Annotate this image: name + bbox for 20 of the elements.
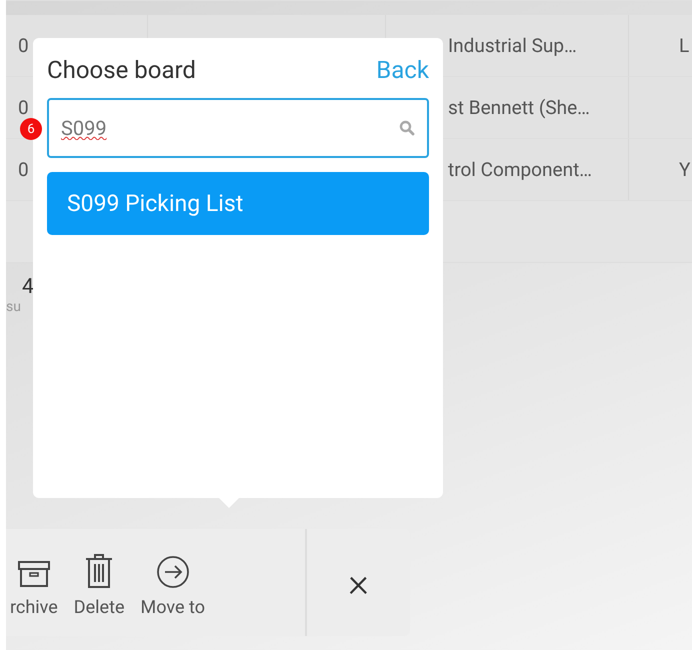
search-icon (399, 120, 415, 136)
toolbar-button[interactable]: rchive (6, 529, 66, 636)
dialog-title: Choose board (47, 56, 196, 84)
table-cell: 0 (18, 158, 29, 181)
search-field[interactable]: S099 (47, 98, 429, 158)
trash-icon (84, 553, 114, 589)
summary-value: 4 (21, 275, 35, 299)
table-cell: st Bennett (She… (448, 96, 590, 119)
table-cell: 0 (18, 34, 29, 57)
table-cell: Industrial Sup… (448, 34, 577, 57)
toolbar-button[interactable]: Delete (66, 529, 133, 636)
arrow-circle-icon (156, 555, 190, 589)
box-icon (16, 559, 51, 589)
toolbar-button[interactable]: Move to (132, 529, 213, 636)
table-cell: Y (679, 158, 690, 181)
table-cell: 0 (18, 96, 29, 119)
table-cell: trol Component… (448, 158, 592, 181)
close-button[interactable]: × (307, 529, 410, 636)
table-cell: L (679, 34, 690, 57)
summary-label: su (6, 299, 22, 315)
